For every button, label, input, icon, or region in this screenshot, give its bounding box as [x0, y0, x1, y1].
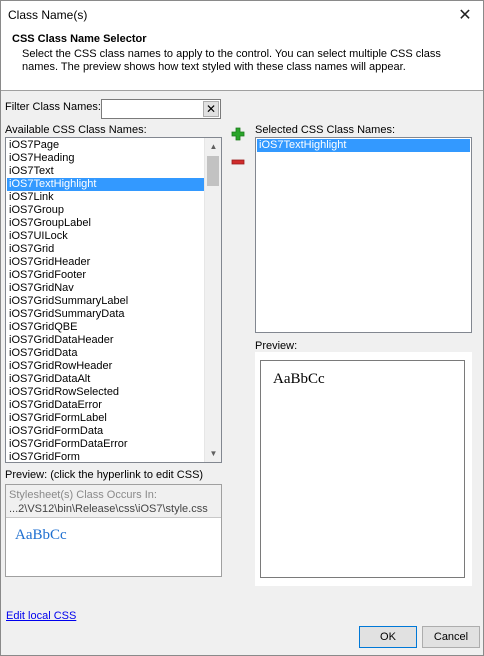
preview-panel: AaBbCc — [255, 352, 472, 586]
stylesheet-sample-link[interactable]: AaBbCc — [15, 527, 67, 544]
header-title: CSS Class Name Selector — [12, 33, 147, 45]
list-item[interactable]: iOS7Grid — [7, 243, 206, 256]
header-description: Select the CSS class names to apply to t… — [22, 48, 441, 73]
cancel-button[interactable]: Cancel — [422, 626, 480, 648]
selected-class-list[interactable]: iOS7TextHighlight — [255, 137, 472, 333]
preview-left-label: Preview: (click the hyperlink to edit CS… — [5, 469, 204, 481]
plus-icon — [231, 127, 245, 141]
vertical-scrollbar[interactable]: ▲ ▼ — [204, 138, 221, 462]
scroll-thumb[interactable] — [207, 156, 219, 186]
available-class-list[interactable]: iOS7Page iOS7Heading iOS7Text iOS7TextHighl… — [5, 137, 222, 463]
edit-local-css-link[interactable]: Edit local CSS — [6, 610, 76, 622]
list-item[interactable]: iOS7GridQBE — [7, 321, 206, 334]
selected-label: Selected CSS Class Names: — [255, 124, 395, 136]
stylesheet-preview-box[interactable]: AaBbCc — [6, 517, 221, 576]
list-item[interactable]: iOS7GridRowHeader — [7, 360, 206, 373]
scroll-up-icon[interactable]: ▲ — [205, 138, 221, 155]
list-item[interactable]: iOS7TextHighlight — [7, 178, 206, 191]
list-item[interactable]: iOS7GridSummaryData — [7, 308, 206, 321]
list-item[interactable]: iOS7Heading — [7, 152, 206, 165]
list-item[interactable]: iOS7GridDataError — [7, 399, 206, 412]
list-item[interactable]: iOS7GridFormLabel — [7, 412, 206, 425]
list-item[interactable]: iOS7GridForm — [7, 451, 206, 462]
list-item[interactable]: iOS7Text — [7, 165, 206, 178]
list-item[interactable]: iOS7GridDataHeader — [7, 334, 206, 347]
remove-class-button[interactable] — [230, 154, 246, 170]
ok-button[interactable]: OK — [359, 626, 417, 648]
close-icon[interactable]: ✕ — [447, 1, 483, 29]
list-item[interactable]: iOS7GridData — [7, 347, 206, 360]
filter-input[interactable] — [102, 100, 202, 118]
header-panel: CSS Class Name Selector Select the CSS c… — [1, 29, 483, 91]
list-item[interactable]: iOS7GridDataAlt — [7, 373, 206, 386]
preview-sample-text: AaBbCc — [273, 371, 325, 387]
list-item[interactable]: iOS7GridNav — [7, 282, 206, 295]
list-item[interactable]: iOS7GridHeader — [7, 256, 206, 269]
scroll-down-icon[interactable]: ▼ — [205, 445, 221, 462]
list-item[interactable]: iOS7UILock — [7, 230, 206, 243]
available-label: Available CSS Class Names: — [5, 124, 147, 136]
clear-filter-button[interactable]: ✕ — [203, 101, 219, 117]
preview-box: AaBbCc — [260, 360, 465, 578]
list-item[interactable]: iOS7GridRowSelected — [7, 386, 206, 399]
stylesheet-preview: Stylesheet(s) Class Occurs In: ...2\VS12… — [5, 484, 222, 577]
list-item[interactable]: iOS7GridSummaryLabel — [7, 295, 206, 308]
dialog-window: Class Name(s) ✕ CSS Class Name Selector … — [0, 0, 484, 656]
list-item[interactable]: iOS7GridFooter — [7, 269, 206, 282]
list-item[interactable]: iOS7GridFormDataError — [7, 438, 206, 451]
list-item[interactable]: iOS7GridFormData — [7, 425, 206, 438]
add-class-button[interactable] — [230, 126, 246, 142]
selected-items: iOS7TextHighlight — [257, 139, 470, 152]
close-icon: ✕ — [205, 102, 217, 116]
preview-right-label: Preview: — [255, 340, 298, 352]
filter-field: ✕ — [101, 99, 221, 119]
stylesheet-path: ...2\VS12\bin\Release\css\iOS7\style.css — [9, 503, 208, 515]
list-item[interactable]: iOS7Page — [7, 139, 206, 152]
list-item[interactable]: iOS7Link — [7, 191, 206, 204]
stylesheet-occurs-label: Stylesheet(s) Class Occurs In: — [9, 489, 157, 501]
list-item[interactable]: iOS7Group — [7, 204, 206, 217]
title-bar: Class Name(s) ✕ — [1, 1, 483, 29]
list-item[interactable]: iOS7TextHighlight — [257, 139, 470, 152]
filter-label: Filter Class Names: — [5, 101, 101, 113]
minus-icon — [231, 159, 245, 165]
available-items: iOS7Page iOS7Heading iOS7Text iOS7TextHighl… — [7, 139, 206, 462]
list-item[interactable]: iOS7GroupLabel — [7, 217, 206, 230]
window-title: Class Name(s) — [8, 8, 88, 22]
